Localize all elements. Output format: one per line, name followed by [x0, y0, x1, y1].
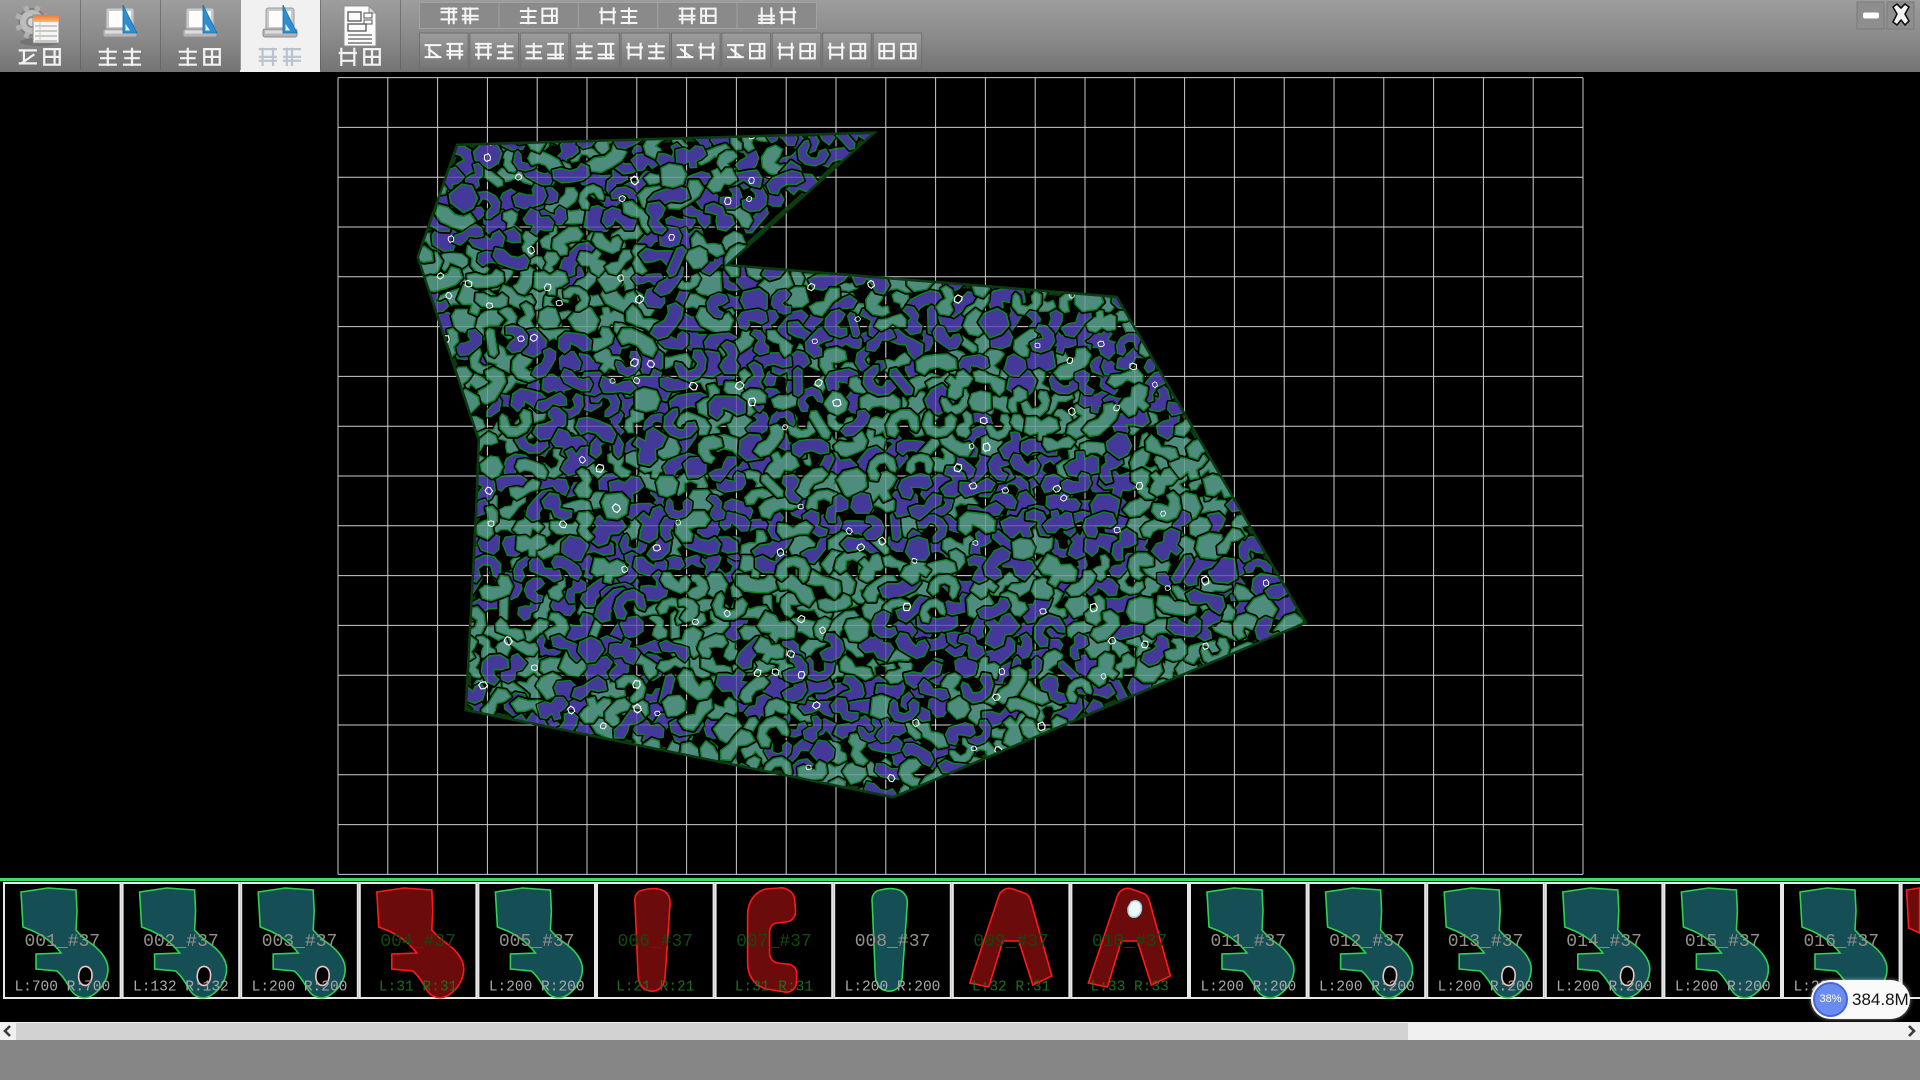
svg-text:L:200 R:200: L:200 R:200: [1556, 980, 1652, 996]
svg-text:006_#37: 006_#37: [617, 932, 693, 952]
svg-text:016_#37: 016_#37: [1803, 932, 1879, 952]
svg-text:L:200 R:200: L:200 R:200: [845, 980, 941, 996]
svg-text:L:200 R:200: L:200 R:200: [1319, 980, 1415, 996]
svg-text:003_#37: 003_#37: [262, 932, 338, 952]
svg-text:005_#37: 005_#37: [499, 932, 575, 952]
svg-text:L:31 R:31: L:31 R:31: [735, 980, 813, 996]
svg-text:012_#37: 012_#37: [1329, 932, 1405, 952]
svg-text:002_#37: 002_#37: [143, 932, 219, 952]
svg-text:L:21 R:21: L:21 R:21: [616, 980, 694, 996]
svg-text:013_#37: 013_#37: [1448, 932, 1524, 952]
svg-text:008_#37: 008_#37: [855, 932, 931, 952]
svg-text:L:200 R:200: L:200 R:200: [489, 980, 585, 996]
svg-text:L:200 R:200: L:200 R:200: [1675, 980, 1771, 996]
svg-text:L:33 R:33: L:33 R:33: [1091, 980, 1169, 996]
svg-text:L:200 R:200: L:200 R:200: [1438, 980, 1534, 996]
svg-text:L:31 R:31: L:31 R:31: [379, 980, 457, 996]
svg-text:010_#37: 010_#37: [1092, 932, 1168, 952]
svg-text:015_#37: 015_#37: [1685, 932, 1761, 952]
svg-text:009_#37: 009_#37: [973, 932, 1049, 952]
svg-text:L:200 R:200: L:200 R:200: [252, 980, 348, 996]
svg-text:L:200 R:200: L:200 R:200: [1200, 980, 1296, 996]
svg-text:014_#37: 014_#37: [1566, 932, 1642, 952]
svg-text:L:132 R:132: L:132 R:132: [133, 980, 229, 996]
svg-text:L:32 R:31: L:32 R:31: [972, 980, 1050, 996]
svg-text:001_#37: 001_#37: [24, 932, 100, 952]
svg-text:011_#37: 011_#37: [1210, 932, 1286, 952]
svg-text:L:700 R:700: L:700 R:700: [14, 980, 110, 996]
svg-text:004_#37: 004_#37: [380, 932, 456, 952]
svg-text:007_#37: 007_#37: [736, 932, 812, 952]
